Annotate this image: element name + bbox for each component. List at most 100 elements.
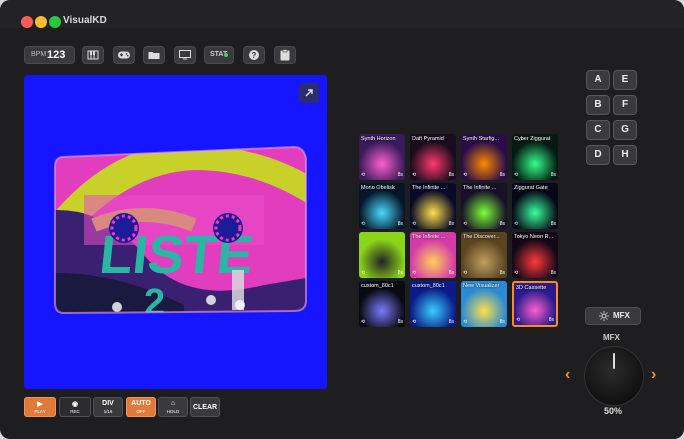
record-icon: ◉ — [71, 401, 79, 408]
expand-viewport-button[interactable] — [299, 83, 319, 103]
bank-key[interactable]: G — [613, 120, 637, 140]
mfx-button[interactable]: MFX — [585, 307, 641, 325]
preset-loop-icon: ⟲ — [463, 221, 468, 227]
transport-label: CLEAR — [192, 404, 218, 411]
gamepad-icon — [118, 51, 130, 59]
preset-tile[interactable]: The Infinite ... ⟲ 8s — [461, 183, 507, 229]
preset-name: Cyber Ziggurat — [514, 136, 551, 142]
preset-name: custom_80c1 — [412, 283, 445, 289]
preset-count: 8s — [550, 270, 556, 276]
visualizer-viewport[interactable]: LISTE 2 — [24, 75, 327, 389]
preset-tile[interactable]: Daft Pyramid ⟲ 8s — [410, 134, 456, 180]
folder-icon — [148, 52, 160, 59]
preset-tile[interactable]: custom_80c1 ⟲ 8s — [410, 281, 456, 327]
preset-name: New Visualizer — [463, 283, 500, 289]
preset-tile[interactable]: custom_80c1 ⟲ 8s — [359, 281, 405, 327]
help-button[interactable]: ? — [243, 46, 265, 64]
preset-loop-icon: ⟲ — [516, 317, 521, 323]
div-button[interactable]: DIV 1/16 — [93, 397, 123, 417]
play-button[interactable]: ▶ PLAY — [24, 397, 56, 417]
preset-loop-icon: ⟲ — [463, 172, 468, 178]
preset-name: The Discover... — [463, 234, 500, 240]
preset-tile[interactable]: ⟲ 8s — [359, 232, 405, 278]
piano-icon — [87, 50, 99, 60]
bank-key[interactable]: C — [586, 120, 610, 140]
preset-tile[interactable]: Mono Obelisk ⟲ 8s — [359, 183, 405, 229]
app-window: VisualKD BPM 123 STAT ? LISTE 2 Synth Ho… — [0, 0, 684, 439]
cassette-visual: LISTE 2 — [54, 145, 307, 315]
preset-loop-icon: ⟲ — [412, 221, 417, 227]
knob-indicator — [613, 353, 615, 369]
bank-key[interactable]: A — [586, 70, 610, 90]
bank-key[interactable]: E — [613, 70, 637, 90]
bank-key[interactable]: F — [613, 95, 637, 115]
preset-tile[interactable]: The Discover... ⟲ 8s — [461, 232, 507, 278]
stat-button[interactable]: STAT — [204, 46, 234, 64]
bpm-display[interactable]: BPM 123 — [24, 46, 75, 64]
preset-name: Daft Pyramid — [412, 136, 444, 142]
preset-count: 8s — [448, 270, 454, 276]
preset-tile[interactable]: Ziggurat Gate ⟲ 8s — [512, 183, 558, 229]
minimize-window-button[interactable] — [35, 16, 47, 28]
preset-tile[interactable]: The Infinite ... ⟲ 8s — [410, 183, 456, 229]
monitor-icon — [179, 50, 191, 60]
preset-count: 8s — [499, 172, 505, 178]
preset-loop-icon: ⟲ — [514, 172, 519, 178]
mfx-title: MFX — [603, 333, 620, 342]
hold-button[interactable]: ⌂ HOLD — [158, 397, 188, 417]
monitor-button[interactable] — [174, 46, 196, 64]
mfx-button-label: MFX — [613, 311, 630, 320]
clipboard-button[interactable] — [274, 46, 296, 64]
transport-sub-label: REC — [70, 409, 80, 414]
preset-count: 8s — [550, 172, 556, 178]
zoom-window-button[interactable] — [49, 16, 61, 28]
preset-loop-icon: ⟲ — [514, 221, 519, 227]
preset-name: Synth Horizon — [361, 136, 396, 142]
preset-count: 8s — [448, 319, 454, 325]
preset-tile[interactable]: New Visualizer ⟲ 8s — [461, 281, 507, 327]
transport-sub-label: HOLD — [166, 409, 180, 414]
preset-name: Tokyo Neon R... — [514, 234, 554, 240]
preset-name: Synth Starfig... — [463, 136, 500, 142]
mfx-knob[interactable] — [584, 346, 644, 406]
window-title: VisualKD — [63, 15, 107, 26]
auto-button[interactable]: AUTO OFF — [126, 397, 156, 417]
preset-count: 8s — [550, 221, 556, 227]
preset-loop-icon: ⟲ — [463, 270, 468, 276]
preset-count: 8s — [499, 221, 505, 227]
preset-loop-icon: ⟲ — [514, 270, 519, 276]
preset-tile[interactable]: Synth Horizon ⟲ 8s — [359, 134, 405, 180]
preset-tile[interactable]: 3D Cassette ⟲ 8s — [512, 281, 558, 327]
gamepad-button[interactable] — [113, 46, 135, 64]
bank-key[interactable]: B — [586, 95, 610, 115]
rec-button[interactable]: ◉ REC — [59, 397, 91, 417]
preset-tile[interactable]: Tokyo Neon R... ⟲ 8s — [512, 232, 558, 278]
preset-count: 8s — [397, 221, 403, 227]
expand-icon — [305, 89, 313, 97]
sun-icon — [599, 311, 609, 321]
bank-key[interactable]: H — [613, 145, 637, 165]
preset-count: 8s — [548, 317, 554, 323]
bank-key[interactable]: D — [586, 145, 610, 165]
mfx-next-button[interactable]: › — [651, 366, 656, 384]
folder-button[interactable] — [143, 46, 165, 64]
titlebar: VisualKD — [0, 0, 684, 28]
preset-loop-icon: ⟲ — [463, 319, 468, 325]
preset-name: Ziggurat Gate — [514, 185, 548, 191]
transport-sub-label: 1/16 — [103, 409, 113, 414]
preset-count: 8s — [397, 172, 403, 178]
preset-count: 8s — [397, 319, 403, 325]
transport-label: DIV — [102, 400, 114, 407]
preset-count: 8s — [499, 319, 505, 325]
piano-button[interactable] — [82, 46, 104, 64]
preset-name: custom_80c1 — [361, 283, 394, 289]
preset-tile[interactable]: Synth Starfig... ⟲ 8s — [461, 134, 507, 180]
preset-tile[interactable]: The Infinite ... ⟲ 8s — [410, 232, 456, 278]
close-window-button[interactable] — [21, 16, 33, 28]
preset-tile[interactable]: Cyber Ziggurat ⟲ 8s — [512, 134, 558, 180]
clear-button[interactable]: CLEAR — [190, 397, 220, 417]
mfx-value: 50% — [604, 406, 623, 416]
preset-count: 8s — [499, 270, 505, 276]
mfx-prev-button[interactable]: ‹ — [565, 366, 570, 384]
transport-label: AUTO — [131, 400, 151, 407]
